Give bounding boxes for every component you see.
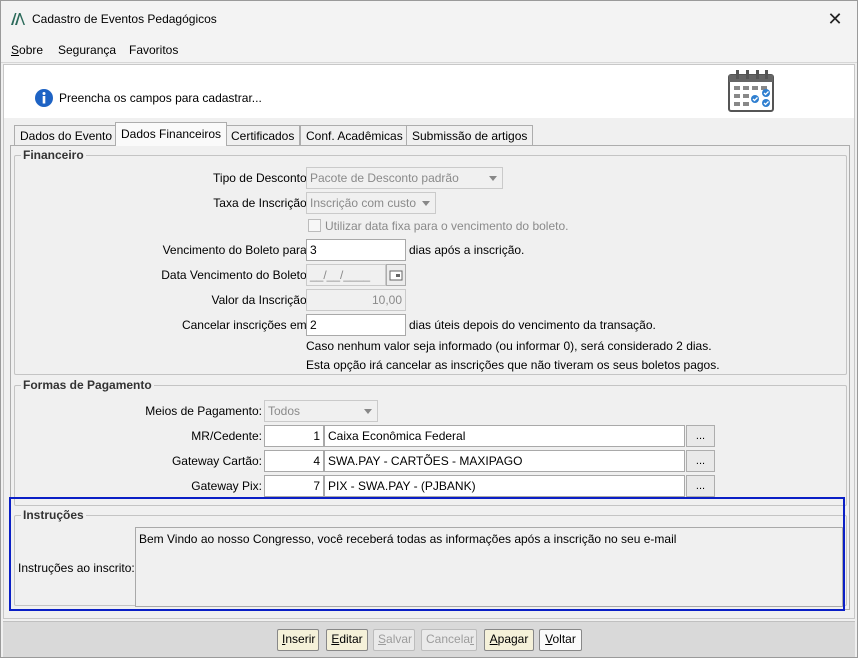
- tab-panel-financeiro: Financeiro Tipo de Desconto: Pacote de D…: [10, 145, 850, 610]
- chevron-down-icon: [364, 409, 372, 414]
- vencimento-suffix: dias após a inscrição.: [409, 243, 525, 257]
- title-bar[interactable]: Cadastro de Eventos Pedagógicos ✕: [1, 1, 857, 37]
- gateway-pix-code[interactable]: 7: [264, 475, 324, 497]
- menu-favoritos[interactable]: Favoritos: [129, 43, 178, 57]
- vencimento-label: Vencimento do Boleto para:: [162, 243, 310, 257]
- voltar-label: oltar: [552, 632, 576, 646]
- note-line-1: Caso nenhum valor seja informado (ou inf…: [306, 339, 712, 353]
- info-header: Preencha os campos para cadastrar...: [4, 65, 854, 118]
- tipo-desconto-label: Tipo de Desconto:: [213, 171, 310, 185]
- vencimento-input[interactable]: 3: [306, 239, 406, 261]
- mr-cedente-label: MR/Cedente:: [191, 429, 262, 443]
- gateway-pix-name[interactable]: PIX - SWA.PAY - (PJBANK): [324, 475, 685, 497]
- gateway-cartao-code[interactable]: 4: [264, 450, 324, 472]
- cancelar-button[interactable]: Cancelar: [421, 629, 477, 651]
- voltar-button[interactable]: Voltar: [539, 629, 582, 651]
- gateway-cartao-name[interactable]: SWA.PAY - CARTÕES - MAXIPAGO: [324, 450, 685, 472]
- gateway-cartao-lookup-button[interactable]: ...: [686, 450, 715, 472]
- date-picker-button[interactable]: [386, 264, 406, 286]
- tipo-desconto-select[interactable]: Pacote de Desconto padrão: [306, 167, 503, 189]
- gateway-cartao-label: Gateway Cartão:: [171, 454, 262, 468]
- cancelar-accel: r: [470, 632, 475, 646]
- cancelar-inscricoes-input[interactable]: 2: [306, 314, 406, 336]
- menu-sobre-label: obre: [19, 43, 44, 57]
- chevron-down-icon: [489, 176, 497, 181]
- mr-cedente-code[interactable]: 1: [264, 425, 324, 447]
- meios-pagamento-value: Todos: [268, 404, 301, 418]
- taxa-inscricao-label: Taxa de Inscrição:: [213, 196, 310, 210]
- gateway-pix-lookup-button[interactable]: ...: [686, 475, 715, 497]
- apagar-label: pagar: [497, 632, 529, 646]
- apagar-accel: A: [489, 632, 498, 646]
- inserir-label: nserir: [285, 632, 316, 646]
- meios-pagamento-label: Meios de Pagamento:: [145, 404, 262, 418]
- apagar-button[interactable]: Apagar: [484, 629, 534, 651]
- mr-cedente-name[interactable]: Caixa Econômica Federal: [324, 425, 685, 447]
- data-vencimento-label: Data Vencimento do Boleto:: [161, 268, 310, 282]
- data-fixa-label: Utilizar data fixa para o vencimento do …: [325, 219, 569, 233]
- tab-submissao-artigos[interactable]: Submissão de artigos: [406, 125, 534, 145]
- close-icon[interactable]: ✕: [813, 1, 857, 37]
- salvar-label: alvar: [386, 632, 413, 646]
- data-vencimento-input[interactable]: __/__/____: [306, 264, 386, 286]
- group-formas-pagamento: Formas de Pagamento Meios de Pagamento: …: [14, 378, 847, 506]
- group-instrucoes: Instruções Instruções ao inscrito: Bem V…: [14, 508, 847, 607]
- salvar-accel: S: [378, 632, 387, 646]
- window-title: Cadastro de Eventos Pedagógicos: [32, 12, 217, 26]
- info-message: Preencha os campos para cadastrar...: [59, 91, 262, 105]
- tab-dados-evento[interactable]: Dados do Evento: [14, 125, 119, 145]
- info-icon: [35, 89, 53, 107]
- tab-conf-academicas[interactable]: Conf. Acadêmicas: [300, 125, 409, 145]
- calendar-icon: [728, 70, 774, 112]
- taxa-inscricao-value: Inscrição com custo: [310, 196, 417, 210]
- valor-inscricao-input[interactable]: 10,00: [306, 289, 406, 311]
- menu-seguranca[interactable]: Segurança: [58, 43, 116, 57]
- data-fixa-checkbox[interactable]: [308, 219, 321, 232]
- main-window: Cadastro de Eventos Pedagógicos ✕ Sobre …: [0, 0, 858, 658]
- instrucoes-textarea[interactable]: Bem Vindo ao nosso Congresso, você receb…: [135, 527, 843, 607]
- content-area: Preencha os campos para cadastrar... Dad…: [3, 64, 855, 619]
- app-logo-icon: [11, 13, 25, 25]
- taxa-inscricao-select[interactable]: Inscrição com custo: [306, 192, 436, 214]
- group-financeiro-title: Financeiro: [21, 148, 86, 162]
- tipo-desconto-value: Pacote de Desconto padrão: [310, 171, 459, 185]
- cancelar-inscricoes-label: Cancelar inscrições em:: [181, 318, 310, 332]
- menu-sobre-accel: S: [11, 43, 20, 57]
- editar-label: ditar: [339, 632, 363, 646]
- note-line-2: Esta opção irá cancelar as inscrições qu…: [306, 358, 720, 372]
- inserir-button[interactable]: Inserir: [277, 629, 319, 651]
- instrucoes-label: Instruções ao inscrito:: [18, 561, 135, 575]
- tab-dados-financeiros[interactable]: Dados Financeiros: [115, 122, 228, 146]
- tab-certificados[interactable]: Certificados: [225, 125, 301, 145]
- voltar-accel: V: [545, 632, 553, 646]
- menu-sobre[interactable]: Sobre: [11, 43, 43, 57]
- meios-pagamento-select[interactable]: Todos: [264, 400, 378, 422]
- editar-button[interactable]: Editar: [326, 629, 368, 651]
- group-financeiro: Financeiro Tipo de Desconto: Pacote de D…: [14, 148, 847, 375]
- cancelar-suffix: dias úteis depois do vencimento da trans…: [409, 318, 656, 332]
- valor-inscricao-label: Valor da Inscrição:: [211, 293, 311, 307]
- salvar-button[interactable]: Salvar: [373, 629, 415, 651]
- group-instrucoes-title: Instruções: [21, 508, 86, 522]
- group-pagamento-title: Formas de Pagamento: [21, 378, 154, 392]
- chevron-down-icon: [422, 201, 430, 206]
- action-bar: Inserir Editar Salvar Cancelar Apagar Vo…: [3, 621, 855, 657]
- menu-bar: Sobre Segurança Favoritos: [1, 37, 857, 63]
- gateway-pix-label: Gateway Pix:: [191, 479, 262, 493]
- cancelar-label: Cancela: [426, 632, 471, 646]
- mr-cedente-lookup-button[interactable]: ...: [686, 425, 715, 447]
- calendar-small-icon: [389, 270, 403, 281]
